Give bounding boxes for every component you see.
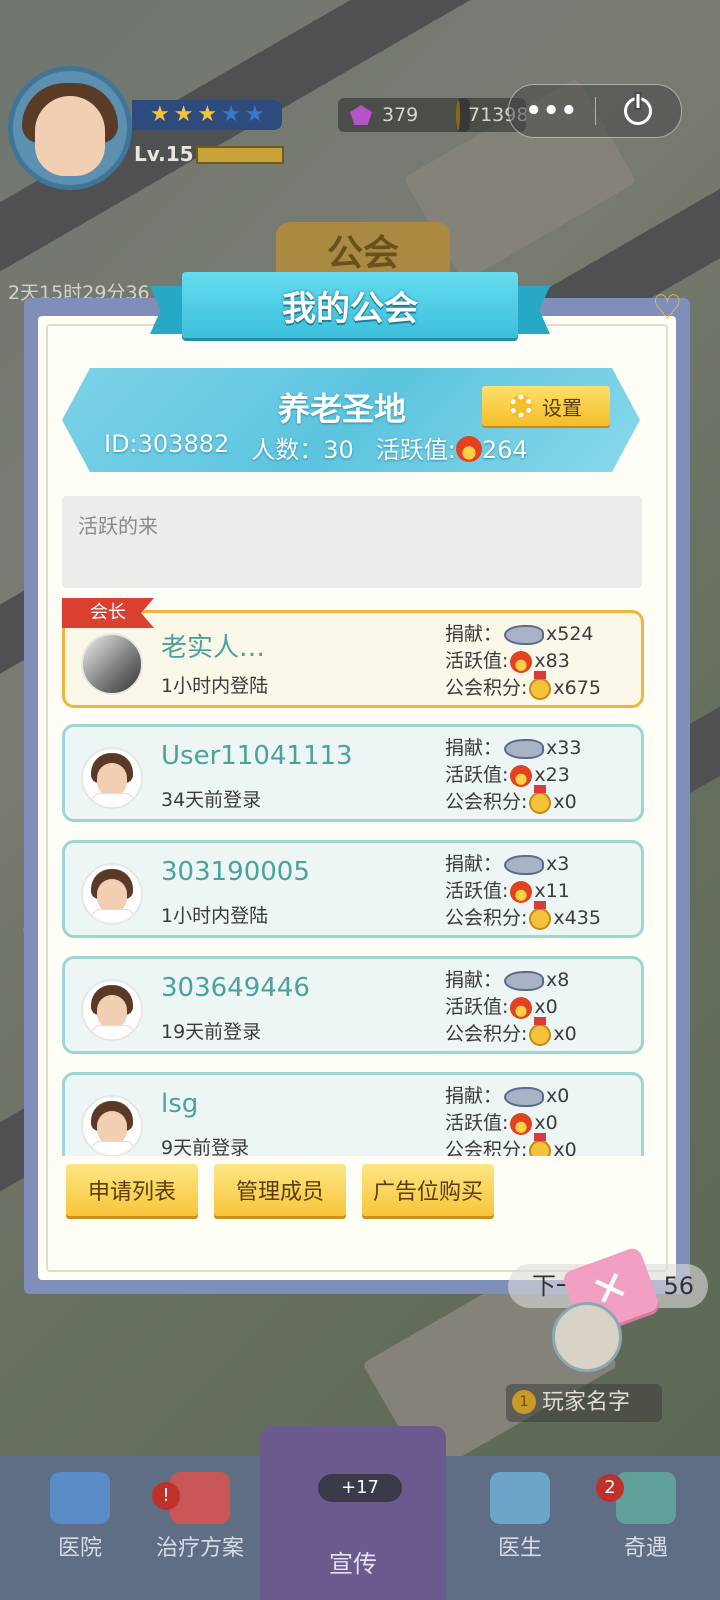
member-list[interactable]: 老实人… 1小时内登陆 捐献： x524 活跃值: x83 公会积分: x675 Us…: [62, 610, 646, 1156]
nav-promote[interactable]: 宣传: [260, 1426, 446, 1600]
medal-icon: [529, 784, 552, 814]
fire-icon: [510, 880, 533, 903]
member-login: 19天前登录: [161, 1021, 262, 1043]
nav-doctor[interactable]: 医生: [460, 1456, 580, 1600]
power-icon: [624, 97, 653, 125]
fire-icon: [510, 996, 533, 1019]
medal-icon: [529, 900, 552, 930]
settings-label: 设置: [542, 395, 582, 420]
member-points: x0: [553, 1023, 577, 1045]
guild-id: ID:303882: [104, 430, 230, 458]
member-points: x435: [553, 907, 601, 929]
more-menu-button[interactable]: •••: [509, 96, 595, 126]
member-points: x0: [553, 791, 577, 813]
star-icon: ★: [150, 102, 170, 127]
doctor-icon: [490, 1472, 550, 1524]
npc-avatar: [552, 1302, 622, 1372]
member-stats: 捐献： x3 活跃值: x11 公会积分: x435: [445, 851, 601, 932]
member-name: 303649446: [161, 973, 310, 1003]
guild-member-count: 人数：30: [251, 436, 354, 464]
player-name-tag: 玩家名字: [506, 1384, 662, 1422]
fish-icon: [504, 1086, 545, 1107]
modal-title-ribbon: 我的公会: [150, 268, 550, 348]
gem-counter[interactable]: 379: [338, 98, 470, 132]
member-row[interactable]: 303190005 1小时内登陆 捐献： x3 活跃值: x11 公会积分: x435: [62, 840, 644, 938]
member-row[interactable]: 303649446 19天前登录 捐献： x8 活跃值: x0 公会积分: x0: [62, 956, 644, 1054]
guild-settings-button[interactable]: 设置: [482, 386, 610, 426]
member-login: 1小时内登陆: [161, 905, 269, 927]
nav-hospital[interactable]: 医院: [20, 1456, 140, 1600]
member-donate: x0: [546, 1085, 570, 1107]
star-icon: ★: [197, 102, 218, 127]
gear-icon: [510, 395, 532, 417]
xp-bar: [196, 146, 284, 164]
building-icon: [616, 1472, 676, 1524]
member-avatar: [81, 863, 143, 925]
nav-treatment[interactable]: 治疗方案: [140, 1456, 260, 1600]
member-avatar: [81, 979, 143, 1041]
star-icon: ★: [173, 102, 194, 127]
member-name: User11041113: [161, 741, 353, 771]
manage-members-button[interactable]: 管理成员: [214, 1164, 346, 1216]
member-points: x675: [553, 677, 601, 699]
member-login: 34天前登录: [161, 789, 262, 811]
medal-icon: [529, 670, 552, 700]
fish-icon: [504, 854, 545, 875]
miniprogram-capsule: •••: [508, 84, 682, 138]
guild-activity: 活跃值: 264: [375, 436, 528, 464]
member-donate: x524: [546, 623, 594, 645]
nav-promote-label: 宣传: [329, 1550, 377, 1578]
member-avatar: [81, 1095, 143, 1156]
guild-meta: ID:303882 人数：30 活跃值: 264: [104, 430, 528, 465]
gem-icon: [350, 105, 372, 125]
leader-tag: 会长: [62, 598, 154, 628]
alert-badge: !: [152, 1482, 180, 1510]
fire-icon: [510, 764, 533, 787]
member-name: 老实人…: [161, 633, 266, 663]
fire-icon: [510, 650, 533, 673]
member-login: 9天前登录: [161, 1137, 250, 1156]
member-donate: x33: [546, 737, 582, 759]
ad-purchase-button[interactable]: 广告位购买: [362, 1164, 494, 1216]
member-avatar: [81, 747, 143, 809]
fish-icon: [504, 970, 545, 991]
fire-icon: [510, 1112, 533, 1135]
player-avatar[interactable]: [8, 66, 132, 190]
star-rating: ★ ★ ★ ★ ★: [132, 100, 282, 130]
star-icon: ★: [221, 102, 241, 127]
guild-name: 养老圣地: [278, 390, 407, 428]
apply-list-button[interactable]: 申请列表: [66, 1164, 198, 1216]
encounter-badge: 2: [596, 1474, 624, 1502]
member-avatar: [81, 633, 143, 695]
member-stats: 捐献： x33 活跃值: x23 公会积分: x0: [445, 735, 581, 816]
member-name: 303190005: [161, 857, 310, 887]
fish-icon: [504, 624, 545, 645]
member-donate: x3: [546, 853, 570, 875]
member-donate: x8: [546, 969, 570, 991]
fish-icon: [504, 738, 545, 759]
guild-actions: 申请列表 管理成员 广告位购买: [66, 1164, 494, 1216]
star-icon: ★: [244, 102, 265, 127]
member-login: 1小时内登陆: [161, 675, 269, 697]
gem-count: 379: [382, 104, 419, 126]
member-points: x0: [553, 1139, 577, 1156]
medal-icon: [529, 1016, 552, 1046]
coin-icon: [456, 100, 460, 130]
exit-button[interactable]: [596, 97, 682, 125]
modal-title: 我的公会: [282, 288, 418, 329]
hospital-icon: [50, 1472, 110, 1524]
member-name: lsg: [161, 1089, 199, 1119]
member-stats: 捐献： x0 活跃值: x0 公会积分: x0: [445, 1083, 577, 1156]
guild-notice: 活跃的来: [62, 496, 642, 588]
heart-icon: ♡: [652, 288, 683, 328]
member-stats: 捐献： x8 活跃值: x0 公会积分: x0: [445, 967, 577, 1048]
member-row[interactable]: lsg 9天前登录 捐献： x0 活跃值: x0 公会积分: x0: [62, 1072, 644, 1156]
promote-badge: +17: [318, 1474, 402, 1502]
member-stats: 捐献： x524 活跃值: x83 公会积分: x675: [445, 621, 601, 702]
fire-icon: [455, 436, 482, 462]
medal-icon: [529, 1132, 552, 1156]
player-level: Lv.15: [134, 142, 194, 166]
member-row[interactable]: User11041113 34天前登录 捐献： x33 活跃值: x23 公会积分:…: [62, 724, 644, 822]
